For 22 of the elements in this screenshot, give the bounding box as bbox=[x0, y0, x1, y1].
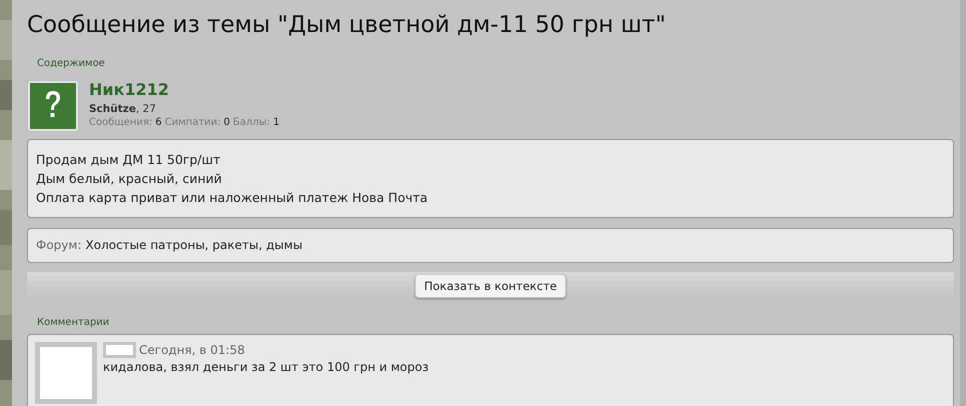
show-in-context-button[interactable]: Показать в контексте bbox=[415, 274, 566, 298]
section-label: Комментарии bbox=[37, 316, 110, 329]
comment-time: Сегодня, в 01:58 bbox=[139, 343, 245, 357]
avatar-question-icon bbox=[27, 80, 79, 132]
message-line: Дым белый, красный, синий bbox=[36, 170, 223, 188]
forum-link[interactable]: Холостые патроны, ракеты, дымы bbox=[86, 238, 302, 252]
stat-value: 1 bbox=[273, 117, 280, 128]
username-link[interactable]: Ник1212 bbox=[89, 80, 282, 100]
message-line: Оплата карта приват или наложенный платеж Нова Почта bbox=[36, 189, 429, 207]
username-placeholder bbox=[103, 342, 136, 358]
comment-text: кидалова, взял деньги за 2 шт это 100 грн и мороз bbox=[103, 360, 429, 374]
stat-value: 6 bbox=[155, 117, 162, 128]
message-line: Продам дым ДМ 11 50гр/шт bbox=[36, 151, 222, 169]
stat-value: 0 bbox=[224, 117, 230, 128]
user-rank: Schütze, 27 bbox=[89, 102, 158, 116]
section-label: Содержимое bbox=[37, 57, 106, 70]
page-title: Сообщение из темы "Дым цветной дм-11 50 грн шт" bbox=[27, 11, 667, 40]
avatar-placeholder bbox=[35, 342, 97, 404]
stat-label: Сообщения: bbox=[89, 117, 152, 128]
stat-label: Баллы: bbox=[233, 117, 270, 128]
stat-label: Симпатии: bbox=[164, 117, 221, 128]
forum-label: Форум: bbox=[36, 238, 82, 252]
